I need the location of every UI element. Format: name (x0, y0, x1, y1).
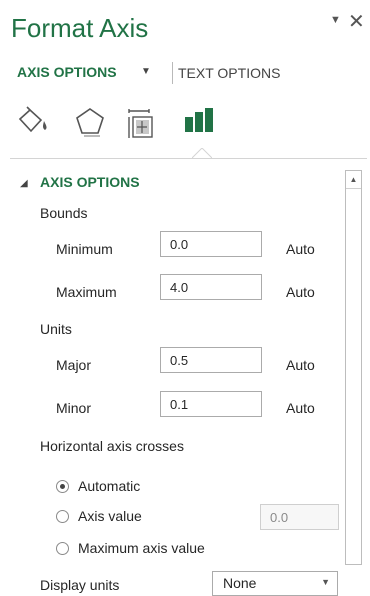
collapse-arrow-icon[interactable]: ◢ (20, 178, 28, 189)
tab-separator (172, 62, 173, 84)
display-units-select[interactable]: None ▼ (212, 571, 338, 596)
radio-axis-value-label[interactable]: Axis value (78, 508, 142, 524)
major-label: Major (56, 357, 92, 373)
display-units-label: Display units (40, 577, 120, 593)
pin-menu-icon[interactable]: ▼ (330, 14, 341, 26)
chevron-down-icon: ▼ (321, 577, 330, 587)
scroll-up-icon[interactable]: ▲ (346, 171, 361, 189)
tab-text-options[interactable]: TEXT OPTIONS (178, 65, 280, 81)
section-title[interactable]: AXIS OPTIONS (40, 174, 140, 190)
minor-auto-button[interactable]: Auto (286, 400, 315, 416)
size-properties-icon[interactable] (127, 106, 161, 140)
axis-value-field[interactable] (260, 504, 339, 530)
minimum-field[interactable] (160, 231, 262, 257)
vertical-scrollbar[interactable]: ▲ (345, 170, 362, 565)
major-auto-button[interactable]: Auto (286, 357, 315, 373)
minor-label: Minor (56, 400, 92, 416)
maximum-label: Maximum (56, 284, 117, 300)
panel-title: Format Axis (11, 13, 149, 43)
crosses-heading: Horizontal axis crosses (40, 438, 184, 454)
axis-options-bars-icon[interactable] (183, 106, 217, 140)
selected-tab-notch (192, 148, 212, 159)
minor-field[interactable] (160, 391, 262, 417)
bounds-heading: Bounds (40, 205, 88, 221)
fill-line-icon[interactable] (17, 106, 51, 140)
close-icon[interactable]: ✕ (348, 9, 365, 34)
radio-button[interactable] (56, 542, 69, 555)
maximum-auto-button[interactable]: Auto (286, 284, 315, 300)
radio-button[interactable] (56, 510, 69, 523)
display-units-value: None (223, 575, 257, 591)
radio-automatic-label[interactable]: Automatic (78, 478, 140, 494)
chevron-down-icon[interactable]: ▼ (141, 66, 151, 77)
radio-maximum-label[interactable]: Maximum axis value (78, 540, 205, 556)
units-heading: Units (40, 321, 72, 337)
tab-divider (10, 158, 367, 159)
major-field[interactable] (160, 347, 262, 373)
effects-pentagon-icon[interactable] (74, 106, 108, 140)
minimum-auto-button[interactable]: Auto (286, 241, 315, 257)
radio-button[interactable] (56, 480, 69, 493)
maximum-field[interactable] (160, 274, 262, 300)
minimum-label: Minimum (56, 241, 113, 257)
tab-axis-options[interactable]: AXIS OPTIONS (17, 64, 117, 80)
